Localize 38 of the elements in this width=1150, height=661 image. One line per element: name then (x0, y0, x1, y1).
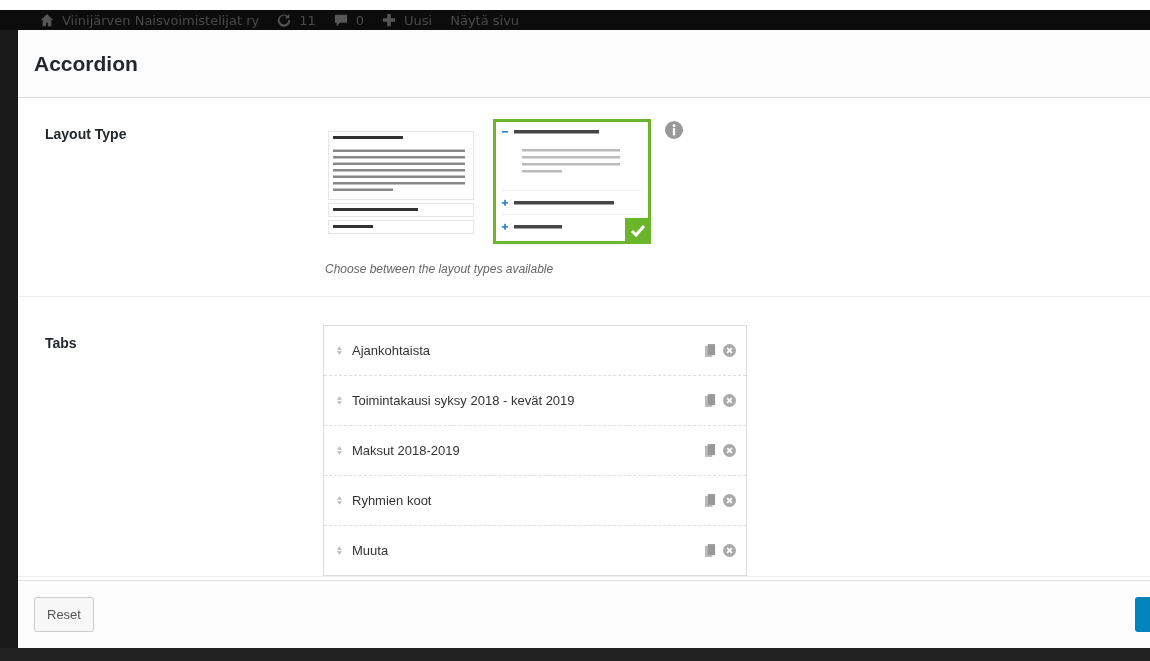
remove-icon[interactable] (723, 394, 736, 407)
sort-arrows-icon[interactable] (337, 396, 342, 405)
info-icon[interactable] (665, 121, 683, 139)
sort-arrows-icon[interactable] (337, 546, 342, 555)
tab-item[interactable]: Maksut 2018-2019 (324, 426, 746, 476)
copy-icon[interactable] (705, 544, 716, 557)
home-icon[interactable] (40, 13, 54, 27)
tab-item[interactable]: Muuta (324, 526, 746, 575)
sort-arrows-icon[interactable] (337, 446, 342, 455)
sort-arrows-icon[interactable] (337, 496, 342, 505)
tab-title: Ryhmien koot (352, 493, 433, 508)
checkmark-icon (625, 218, 651, 244)
plus-icon[interactable] (382, 13, 397, 27)
tab-title: Toimintakausi syksy 2018 - kevät 2019 (352, 393, 576, 408)
refresh-icon[interactable] (277, 13, 292, 27)
update-count: 11 (299, 12, 316, 28)
tab-title: Muuta (352, 543, 390, 558)
tab-item[interactable]: Toimintakausi syksy 2018 - kevät 2019 (324, 376, 746, 426)
copy-icon[interactable] (705, 394, 716, 407)
field-label: Tabs (44, 335, 78, 353)
tab-title: Maksut 2018-2019 (352, 443, 461, 458)
copy-icon[interactable] (705, 344, 716, 357)
comment-count: 0 (355, 12, 365, 28)
comment-icon[interactable] (333, 13, 348, 27)
field-description: Choose between the layout types available (325, 262, 555, 276)
tab-item[interactable]: Ryhmien koot (324, 476, 746, 526)
remove-icon[interactable] (723, 494, 736, 507)
tab-title: Ajankohtaista (352, 343, 432, 358)
field-label: Layout Type (44, 126, 128, 144)
remove-icon[interactable] (723, 544, 736, 557)
copy-icon[interactable] (705, 494, 716, 507)
sort-arrows-icon[interactable] (337, 346, 342, 355)
reset-button[interactable]: Reset (34, 597, 94, 632)
dialog-title: Accordion (34, 51, 138, 76)
copy-icon[interactable] (705, 444, 716, 457)
remove-icon[interactable] (723, 344, 736, 357)
tab-item[interactable]: Ajankohtaista (324, 326, 746, 376)
remove-icon[interactable] (723, 444, 736, 457)
